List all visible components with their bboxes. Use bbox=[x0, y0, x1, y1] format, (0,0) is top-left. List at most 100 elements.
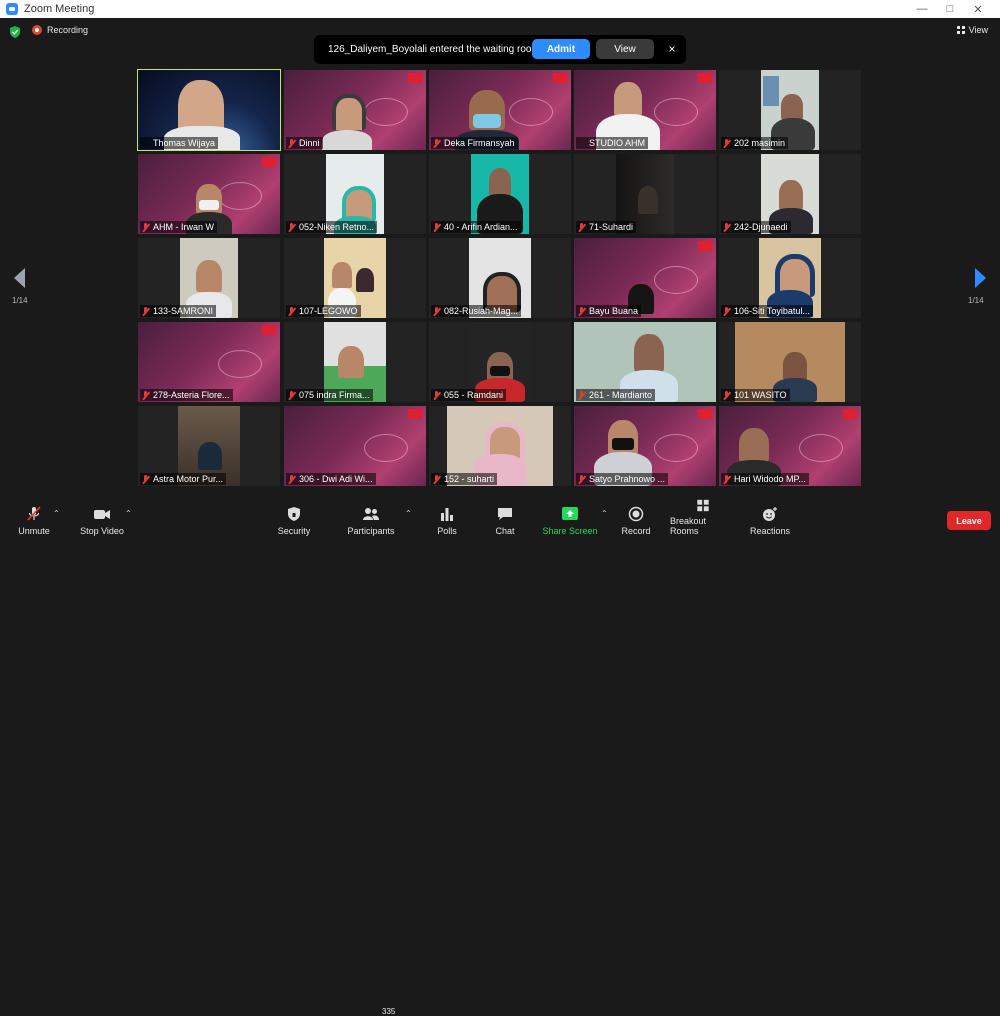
meeting-toolbar: Unmute ⌃ Stop Video ⌃ Security Participa… bbox=[0, 499, 1000, 1016]
participant-face bbox=[783, 352, 807, 380]
page-indicator-left: 1/14 bbox=[12, 296, 28, 305]
share-screen-label: Share Screen bbox=[542, 526, 598, 536]
window-title: Zoom Meeting bbox=[24, 3, 95, 15]
video-tile[interactable]: 055 - Ramdani bbox=[429, 322, 571, 402]
polls-button[interactable]: Polls bbox=[432, 499, 462, 541]
participant-name-tag: 106-Siti Toyibatul... bbox=[721, 305, 813, 317]
muted-mic-icon bbox=[288, 138, 295, 148]
video-tile[interactable]: 082-Rusiah-Mag... bbox=[429, 238, 571, 318]
participant-face bbox=[638, 186, 658, 214]
muted-mic-icon bbox=[433, 222, 440, 232]
recording-indicator[interactable]: Recording bbox=[32, 25, 88, 35]
chat-label: Chat bbox=[495, 526, 515, 536]
video-tile[interactable]: 052-Niken Retno... bbox=[284, 154, 426, 234]
share-options-caret-icon[interactable]: ⌃ bbox=[601, 509, 608, 518]
participant-face bbox=[739, 428, 769, 462]
view-label: View bbox=[968, 25, 988, 35]
participants-label: Participants bbox=[347, 526, 395, 536]
record-button[interactable]: Record bbox=[620, 499, 652, 541]
stop-video-button[interactable]: Stop Video bbox=[76, 499, 128, 541]
video-tile[interactable]: 71-Suhardi bbox=[574, 154, 716, 234]
video-tile[interactable]: 075 indra Firma... bbox=[284, 322, 426, 402]
waiting-room-notification: 126_Daliyem_Boyolali entered the waiting… bbox=[314, 35, 686, 64]
participant-name-tag: AHM - Irwan W bbox=[140, 221, 218, 233]
video-tile[interactable]: 106-Siti Toyibatul... bbox=[719, 238, 861, 318]
breakout-rooms-icon bbox=[697, 499, 709, 512]
muted-mic-icon bbox=[433, 306, 440, 316]
video-tile[interactable]: Deka Firmansyah bbox=[429, 70, 571, 150]
participants-button[interactable]: Participants bbox=[344, 499, 398, 541]
participants-count: 335 bbox=[382, 1007, 396, 1016]
maximize-icon[interactable]: □ bbox=[936, 0, 964, 18]
security-button[interactable]: Security bbox=[272, 499, 316, 541]
minimize-icon[interactable]: — bbox=[908, 0, 936, 18]
participant-name-tag: 055 - Ramdani bbox=[431, 389, 507, 401]
participant-name-tag: Hari Widodo MP... bbox=[721, 473, 809, 485]
admit-button[interactable]: Admit bbox=[532, 39, 590, 59]
previous-page-arrow-icon[interactable] bbox=[14, 268, 26, 288]
face-mask bbox=[473, 114, 501, 128]
video-tile[interactable]: Thomas Wijaya bbox=[137, 69, 281, 151]
share-screen-button[interactable]: Share Screen bbox=[542, 499, 598, 541]
shield-check-icon[interactable] bbox=[9, 26, 21, 38]
page-indicator-right: 1/14 bbox=[968, 296, 984, 305]
video-tile[interactable]: Hari Widodo MP... bbox=[719, 406, 861, 486]
breakout-rooms-label: Breakout Rooms bbox=[670, 516, 707, 536]
muted-mic-icon bbox=[578, 474, 585, 484]
view-button[interactable]: View bbox=[956, 25, 988, 35]
video-tile[interactable]: 101 WASITO bbox=[719, 322, 861, 402]
video-tile[interactable]: Dinni bbox=[284, 70, 426, 150]
video-tile[interactable]: 152 - suharti bbox=[429, 406, 571, 486]
video-tile[interactable]: STUDIO AHM bbox=[574, 70, 716, 150]
reactions-button[interactable]: Reactions bbox=[750, 499, 790, 541]
video-tile[interactable]: 133-SAMRONI bbox=[138, 238, 280, 318]
video-tile[interactable]: Astra Motor Pur... bbox=[138, 406, 280, 486]
video-tile[interactable]: Satyo Prahnowo ... bbox=[574, 406, 716, 486]
next-page-arrow-icon[interactable] bbox=[974, 268, 986, 288]
video-options-caret-icon[interactable]: ⌃ bbox=[125, 509, 132, 518]
participant-face bbox=[614, 82, 642, 116]
close-window-icon[interactable]: ✕ bbox=[964, 0, 992, 18]
video-tile[interactable]: 306 - Dwi Adi Wi... bbox=[284, 406, 426, 486]
participant-face bbox=[196, 260, 222, 292]
muted-mic-icon bbox=[723, 306, 730, 316]
participants-options-caret-icon[interactable]: ⌃ bbox=[405, 509, 412, 518]
muted-mic-icon bbox=[578, 390, 585, 400]
video-tile[interactable]: 278-Asteria Flore... bbox=[138, 322, 280, 402]
video-tile[interactable]: 242-Djunaedi bbox=[719, 154, 861, 234]
participant-name-tag: 261 - Mardianto bbox=[576, 389, 656, 401]
video-tile[interactable]: 40 - Arifin Ardian... bbox=[429, 154, 571, 234]
leave-meeting-button[interactable]: Leave bbox=[947, 511, 991, 530]
participant-name-tag: 133-SAMRONI bbox=[140, 305, 217, 317]
participant-face bbox=[332, 262, 352, 288]
video-tile[interactable]: 202 masimin bbox=[719, 70, 861, 150]
participant-face bbox=[489, 168, 511, 196]
video-tile[interactable]: 261 - Mardianto bbox=[574, 322, 716, 402]
record-label: Record bbox=[621, 526, 651, 536]
participant-name-tag: 40 - Arifin Ardian... bbox=[431, 221, 521, 233]
video-tile[interactable]: 107-LEGOWO bbox=[284, 238, 426, 318]
unmute-button[interactable]: Unmute bbox=[12, 499, 56, 541]
reactions-emoji-icon bbox=[763, 507, 777, 521]
participant-name-tag: 202 masimin bbox=[721, 137, 789, 149]
participant-name-tag: 107-LEGOWO bbox=[286, 305, 361, 317]
record-icon bbox=[628, 506, 644, 522]
view-waiting-room-button[interactable]: View bbox=[596, 39, 654, 59]
video-tile[interactable]: AHM - Irwan W bbox=[138, 154, 280, 234]
participant-name-tag: 278-Asteria Flore... bbox=[140, 389, 233, 401]
face-mask bbox=[490, 366, 510, 376]
muted-mic-icon bbox=[142, 222, 149, 232]
audio-options-caret-icon[interactable]: ⌃ bbox=[53, 509, 60, 518]
chat-button[interactable]: Chat bbox=[490, 499, 520, 541]
participant-figure bbox=[198, 442, 222, 470]
video-tile[interactable]: Bayu Buana bbox=[574, 238, 716, 318]
face-mask bbox=[199, 200, 219, 210]
participant-face bbox=[779, 180, 803, 210]
recording-label: Recording bbox=[47, 25, 89, 35]
muted-mic-icon bbox=[288, 474, 295, 484]
breakout-rooms-button[interactable]: Breakout Rooms bbox=[670, 499, 736, 541]
close-notification-icon[interactable]: × bbox=[664, 40, 680, 58]
participant-name-tag: Dinni bbox=[286, 137, 323, 149]
participant-face bbox=[356, 268, 374, 292]
participant-name-tag: 052-Niken Retno... bbox=[286, 221, 378, 233]
